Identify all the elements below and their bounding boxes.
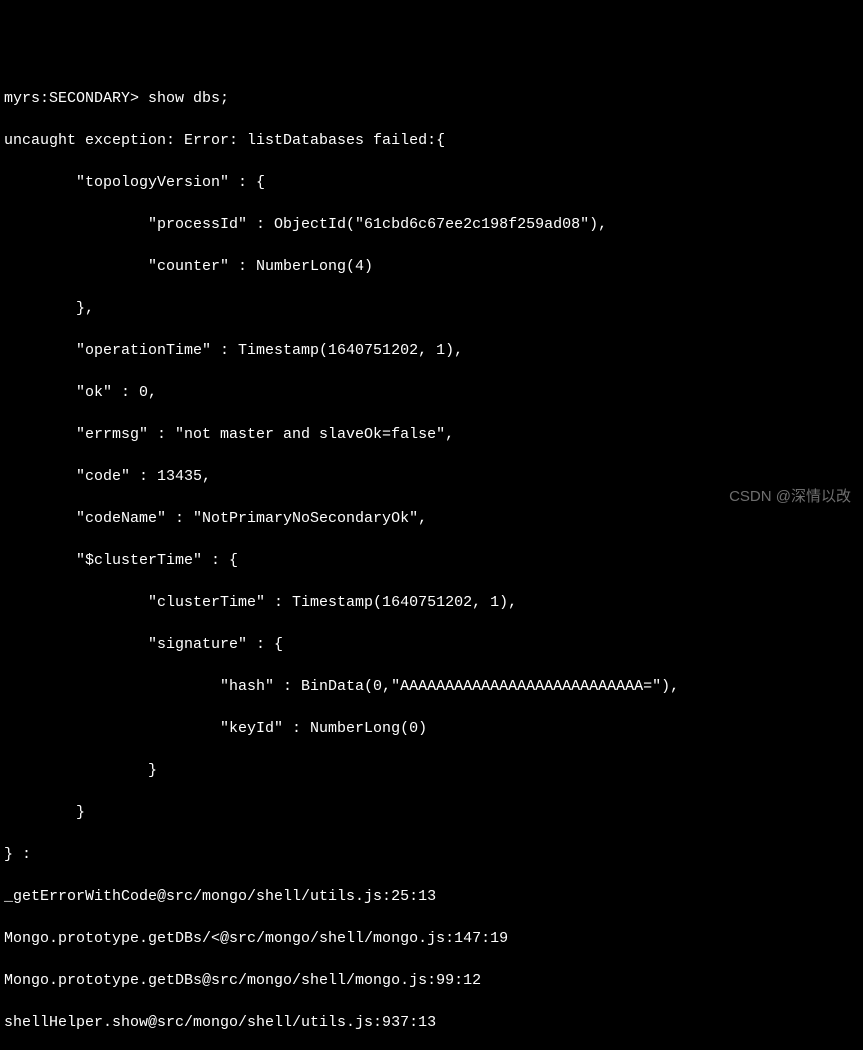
terminal-output-line: _getErrorWithCode@src/mongo/shell/utils.… [4,886,859,907]
terminal-output-line: "ok" : 0, [4,382,859,403]
terminal-output-line: "codeName" : "NotPrimaryNoSecondaryOk", [4,508,859,529]
terminal-output-line: "operationTime" : Timestamp(1640751202, … [4,340,859,361]
shell-prompt: myrs:SECONDARY> [4,90,148,107]
terminal-output-line: "counter" : NumberLong(4) [4,256,859,277]
terminal-output-line: shellHelper.show@src/mongo/shell/utils.j… [4,1012,859,1033]
terminal-output-line: "keyId" : NumberLong(0) [4,718,859,739]
terminal-output-line: } [4,760,859,781]
terminal-output-line: } : [4,844,859,865]
terminal-output-line: Mongo.prototype.getDBs/<@src/mongo/shell… [4,928,859,949]
terminal-output-line: "hash" : BinData(0,"AAAAAAAAAAAAAAAAAAAA… [4,676,859,697]
terminal-output-line: "$clusterTime" : { [4,550,859,571]
terminal-output-line: "signature" : { [4,634,859,655]
terminal-output-line: "topologyVersion" : { [4,172,859,193]
terminal-line-command: myrs:SECONDARY> show dbs; [4,88,859,109]
shell-command: show dbs; [148,90,229,107]
terminal-output-line: uncaught exception: Error: listDatabases… [4,130,859,151]
terminal-output-line: "processId" : ObjectId("61cbd6c67ee2c198… [4,214,859,235]
terminal-output-line: "code" : 13435, [4,466,859,487]
terminal-output-line: Mongo.prototype.getDBs@src/mongo/shell/m… [4,970,859,991]
terminal-output-line: "errmsg" : "not master and slaveOk=false… [4,424,859,445]
terminal-output-line: "clusterTime" : Timestamp(1640751202, 1)… [4,592,859,613]
watermark-text: CSDN @深情以改 [729,486,851,507]
terminal-output-line: } [4,802,859,823]
terminal-output-line: }, [4,298,859,319]
